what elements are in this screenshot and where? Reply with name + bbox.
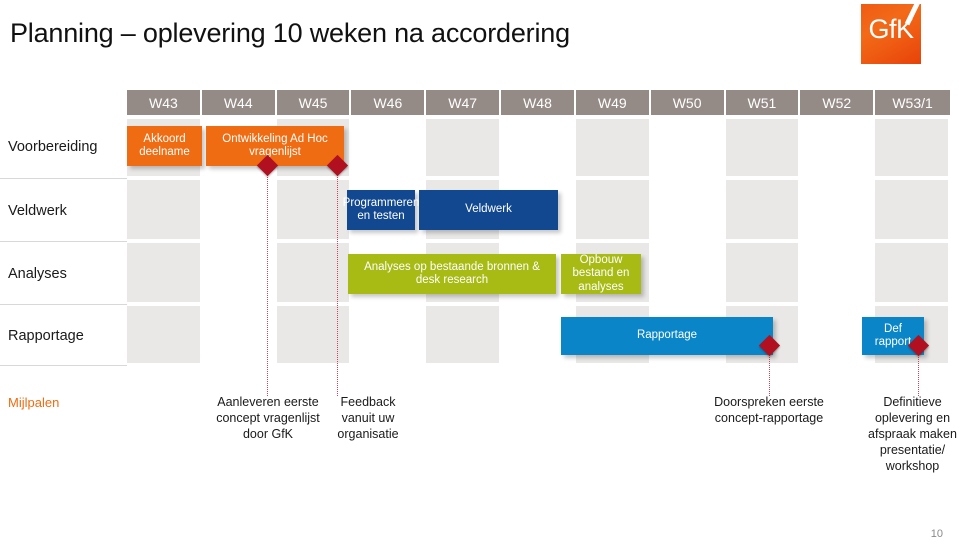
gantt-row-separator: [0, 302, 959, 306]
week-header-cell: W45: [276, 90, 352, 115]
gantt-row-separator: [0, 239, 959, 243]
gantt-bar-analyses-bestaande-bronnen[interactable]: Analyses op bestaande bronnen & desk res…: [348, 254, 556, 294]
gantt-bar-akkoord-deelname[interactable]: Akkoord deelname: [127, 126, 202, 166]
week-header-cell: W47: [426, 90, 502, 115]
gantt-row-label-divider: [0, 304, 127, 305]
gantt-bar-opbouw-bestand-en-analyses[interactable]: Opbouw bestand en analyses: [561, 254, 641, 294]
milestone-feedback-dropline: [337, 171, 338, 396]
gantt-bar-ontwikkeling-ad-hoc[interactable]: Ontwikkeling Ad Hoc vragenlijst: [206, 126, 344, 166]
milestone-aanleveren-concept-dropline: [267, 171, 268, 396]
gantt-row-label-veldwerk: Veldwerk: [8, 202, 67, 219]
milestones-legend-label: Mijlpalen: [8, 395, 60, 410]
page-title: Planning – oplevering 10 weken na accord…: [10, 18, 570, 48]
slide-root: Planning – oplevering 10 weken na accord…: [0, 0, 959, 548]
gantt-row-label-divider: [0, 365, 127, 366]
week-header-cell: W51: [725, 90, 801, 115]
milestone-doorspreken-dropline: [769, 351, 770, 396]
gantt-row-label-rapportage: Rapportage: [8, 327, 84, 344]
week-header-cell: W43: [127, 90, 202, 115]
week-header-cell: W44: [201, 90, 277, 115]
week-header-cell: W52: [800, 90, 876, 115]
gantt-row-separator: [0, 363, 959, 367]
week-header-cell: W50: [650, 90, 726, 115]
milestone-doorspreken-label: Doorspreken eerste concept-rapportage: [714, 395, 824, 425]
gantt-bar-veldwerk[interactable]: Veldwerk: [419, 190, 558, 230]
logo-text: GfK: [868, 14, 914, 44]
milestone-definitieve-label: Definitieve oplevering en afspraak maken…: [868, 395, 957, 473]
gfk-logo: GfK: [861, 4, 921, 64]
gantt-row-separator: [0, 176, 959, 180]
gantt-row-label-analyses: Analyses: [8, 265, 67, 282]
gantt-chart: Voorbereiding Veldwerk Analyses Rapportage …: [0, 90, 959, 367]
gantt-row-label-voorbereiding: Voorbereiding: [8, 138, 98, 155]
gantt-bar-rapportage[interactable]: Rapportage: [561, 317, 773, 355]
page-number: 10: [930, 528, 943, 540]
milestone-feedback-label: Feedback vanuit uw organisatie: [337, 395, 399, 441]
week-header-cell: W53/1: [875, 90, 950, 115]
gantt-row-label-divider: [0, 241, 127, 242]
week-header-cell: W46: [351, 90, 427, 115]
gantt-row-separator: [0, 115, 959, 119]
week-header-cell: W49: [575, 90, 651, 115]
gantt-bar-programmeren-en-testen[interactable]: Programmeren en testen: [343, 190, 419, 230]
week-header-cell: W48: [501, 90, 576, 115]
milestone-definitieve-dropline: [918, 351, 919, 396]
gantt-row-label-divider: [0, 178, 127, 179]
milestone-aanleveren-concept-label: Aanleveren eerste concept vragenlijst do…: [216, 395, 320, 441]
